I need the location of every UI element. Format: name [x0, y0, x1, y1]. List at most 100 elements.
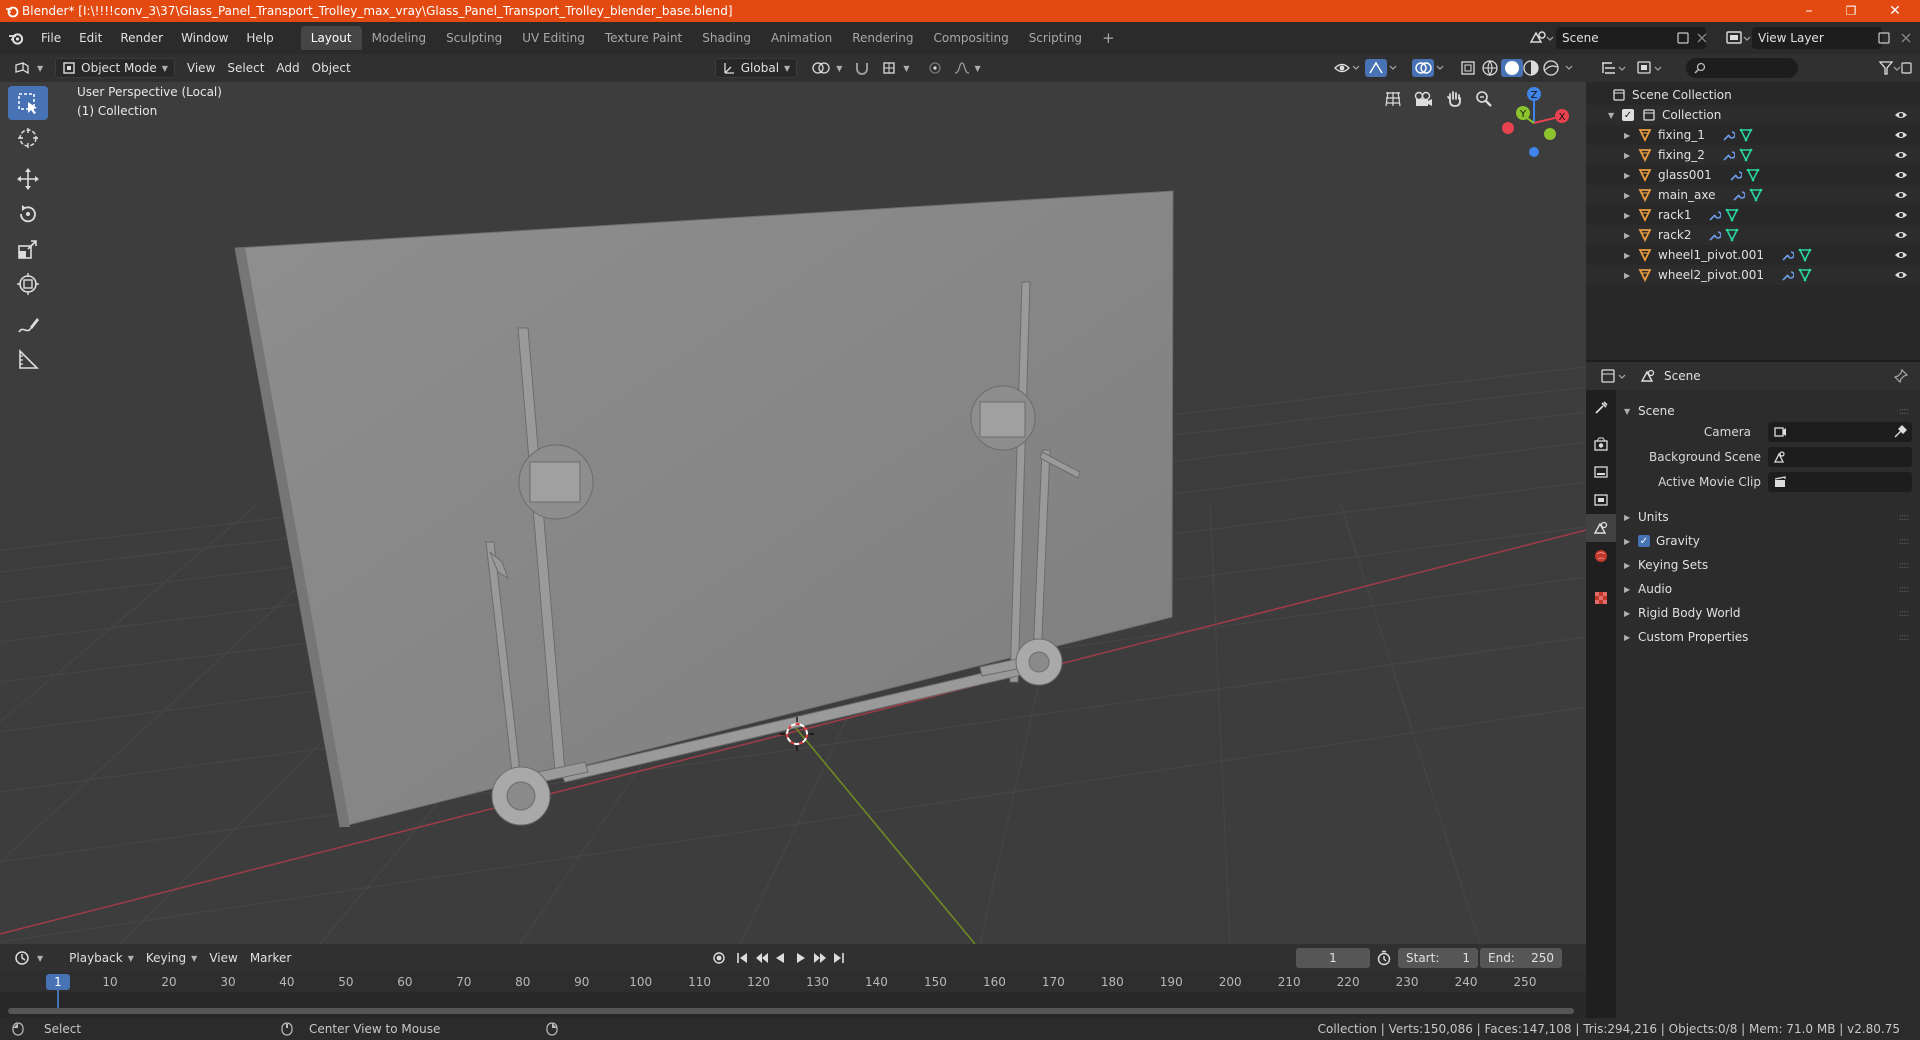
- expand-arrow-icon[interactable]: ▼: [1608, 111, 1622, 120]
- viewport-display-controls[interactable]: [1330, 58, 1586, 78]
- tab-modeling[interactable]: Modeling: [362, 26, 437, 50]
- use-preview-range-icon[interactable]: [1376, 950, 1392, 966]
- viewport-menu-view[interactable]: View: [181, 58, 221, 78]
- tab-tool[interactable]: [1586, 394, 1616, 422]
- 3d-viewport[interactable]: User Perspective (Local) (1) Collection: [0, 82, 1586, 944]
- subpanel-rigid-body-world[interactable]: ▶ Rigid Body World::::: [1624, 602, 1912, 624]
- modifier-wrench-icon[interactable]: [1728, 168, 1742, 182]
- outliner-item-main-axe[interactable]: ▶ main_axe: [1586, 185, 1920, 205]
- toggle-ortho-button[interactable]: [1380, 86, 1406, 112]
- tab-layout[interactable]: Layout: [300, 26, 362, 50]
- modifier-wrench-icon[interactable]: [1780, 248, 1794, 262]
- snap-target-selector[interactable]: ▼: [876, 58, 915, 78]
- outliner-editor-type-icon[interactable]: [1600, 60, 1628, 76]
- active-movie-clip-field[interactable]: [1768, 472, 1912, 492]
- timeline-menu-view[interactable]: View: [203, 948, 243, 968]
- subpanel-audio[interactable]: ▶ Audio::::: [1624, 578, 1912, 600]
- select-box-tool[interactable]: [8, 86, 48, 120]
- viewport-menu-object[interactable]: Object: [306, 58, 357, 78]
- move-tool[interactable]: [8, 162, 48, 196]
- menu-edit[interactable]: Edit: [70, 22, 111, 54]
- mesh-data-icon[interactable]: [1749, 188, 1763, 202]
- outliner-search-input[interactable]: [1686, 58, 1798, 78]
- eye-icon[interactable]: [1894, 190, 1908, 200]
- editor-type-button[interactable]: ▼: [8, 58, 49, 78]
- snap-toggle[interactable]: [848, 58, 876, 78]
- outliner-collection[interactable]: ▼ ✓ Collection: [1586, 105, 1920, 125]
- scene-panel-header[interactable]: ▼ Scene ::::: [1624, 400, 1912, 422]
- drag-grip-icon[interactable]: ::::: [1899, 632, 1910, 643]
- scene-new-delete-icons[interactable]: [1676, 30, 1710, 46]
- drag-grip-icon[interactable]: ::::: [1899, 608, 1910, 619]
- view-layer-new-delete-icons[interactable]: [1876, 30, 1916, 46]
- close-button[interactable]: ✕: [1872, 0, 1918, 22]
- eye-icon[interactable]: [1894, 150, 1908, 160]
- modifier-wrench-icon[interactable]: [1721, 128, 1735, 142]
- expand-arrow-icon[interactable]: ▶: [1624, 131, 1638, 140]
- outliner-item-rack2[interactable]: ▶ rack2: [1586, 225, 1920, 245]
- tab-render[interactable]: [1586, 430, 1616, 458]
- cursor-tool[interactable]: [8, 121, 48, 155]
- view-layer-icon[interactable]: [1724, 29, 1752, 47]
- outliner-item-glass001[interactable]: ▶ glass001: [1586, 165, 1920, 185]
- expand-arrow-icon[interactable]: ▶: [1624, 171, 1638, 180]
- drag-grip-icon[interactable]: ::::: [1899, 584, 1910, 595]
- expand-arrow-icon[interactable]: ▶: [1624, 251, 1638, 260]
- menu-file[interactable]: File: [32, 22, 70, 54]
- eye-icon[interactable]: [1894, 210, 1908, 220]
- add-workspace-button[interactable]: +: [1092, 26, 1125, 50]
- mesh-data-icon[interactable]: [1798, 268, 1812, 282]
- scene-icon[interactable]: [1528, 29, 1554, 47]
- drag-grip-icon[interactable]: ::::: [1899, 560, 1910, 571]
- tab-texture[interactable]: [1586, 584, 1616, 612]
- proportional-falloff-selector[interactable]: ▼: [948, 58, 987, 78]
- mode-selector[interactable]: Object Mode ▼: [55, 58, 175, 78]
- maximize-button[interactable]: ❐: [1828, 0, 1874, 22]
- outliner-item-wheel1-pivot-001[interactable]: ▶ wheel1_pivot.001: [1586, 245, 1920, 265]
- minimize-button[interactable]: –: [1786, 0, 1832, 22]
- camera-field[interactable]: [1768, 422, 1912, 442]
- tab-rendering[interactable]: Rendering: [842, 26, 923, 50]
- drag-grip-icon[interactable]: ::::: [1899, 536, 1910, 547]
- proportional-edit-toggle[interactable]: [922, 58, 948, 78]
- timeline-area[interactable]: 1102030405060708090100110120130140150160…: [0, 972, 1586, 1018]
- timeline-menu-keying[interactable]: Keying ▼: [140, 948, 203, 968]
- subpanel-units[interactable]: ▶ Units::::: [1624, 506, 1912, 528]
- expand-arrow-icon[interactable]: ▶: [1624, 211, 1638, 220]
- tab-compositing[interactable]: Compositing: [923, 26, 1018, 50]
- pin-icon[interactable]: [1894, 369, 1908, 383]
- tab-shading[interactable]: Shading: [692, 26, 761, 50]
- modifier-wrench-icon[interactable]: [1721, 148, 1735, 162]
- display-mode-icon[interactable]: [1636, 60, 1664, 76]
- menu-help[interactable]: Help: [237, 22, 282, 54]
- mesh-data-icon[interactable]: [1725, 208, 1739, 222]
- filter-icon[interactable]: [1878, 60, 1912, 76]
- viewport-menu-select[interactable]: Select: [221, 58, 270, 78]
- tab-texture-paint[interactable]: Texture Paint: [595, 26, 692, 50]
- tab-world[interactable]: [1586, 542, 1616, 570]
- eye-icon[interactable]: [1894, 270, 1908, 280]
- outliner-scene-collection[interactable]: Scene Collection: [1586, 85, 1920, 105]
- navigation-gizmo[interactable]: Z X Y: [1488, 82, 1584, 170]
- gravity-checkbox[interactable]: ✓: [1638, 535, 1650, 547]
- timeline-scrollbar[interactable]: [8, 1008, 1574, 1014]
- tab-animation[interactable]: Animation: [761, 26, 842, 50]
- eye-icon[interactable]: [1894, 250, 1908, 260]
- expand-arrow-icon[interactable]: ▶: [1624, 191, 1638, 200]
- transform-orientation-selector[interactable]: Global ▼: [714, 58, 798, 78]
- tab-scene[interactable]: [1586, 514, 1616, 542]
- annotate-tool[interactable]: [8, 308, 48, 342]
- background-scene-field[interactable]: [1768, 447, 1912, 467]
- current-frame-field[interactable]: 1: [1296, 948, 1370, 968]
- view-layer-selector-field[interactable]: View Layer: [1752, 27, 1882, 49]
- pan-view-button[interactable]: [1441, 86, 1467, 112]
- start-frame-field[interactable]: Start: 1: [1398, 948, 1478, 968]
- modifier-wrench-icon[interactable]: [1731, 188, 1746, 202]
- mesh-data-icon[interactable]: [1739, 148, 1753, 162]
- playback-controls[interactable]: [708, 948, 858, 968]
- eye-icon[interactable]: [1894, 110, 1908, 120]
- menu-window[interactable]: Window: [172, 22, 237, 54]
- pivot-point-selector[interactable]: ▼: [805, 58, 848, 78]
- mesh-data-icon[interactable]: [1798, 248, 1812, 262]
- subpanel-gravity[interactable]: ▶ ✓ Gravity::::: [1624, 530, 1912, 552]
